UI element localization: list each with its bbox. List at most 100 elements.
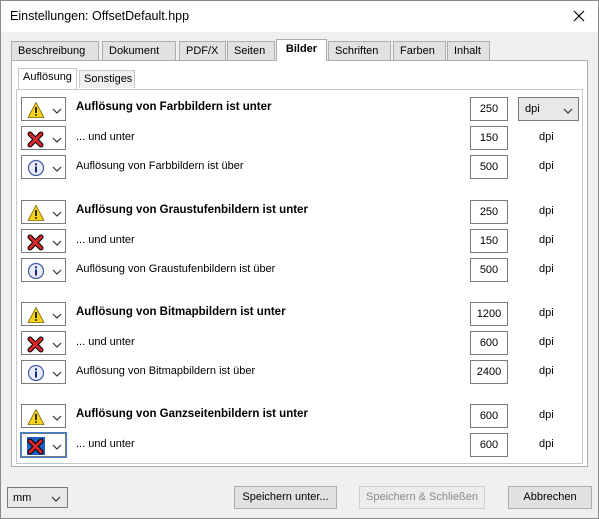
tab-beschreibung[interactable]: Beschreibung (11, 41, 99, 60)
chevron-down-icon (52, 135, 62, 143)
resolution-value-input[interactable]: 500 (470, 258, 508, 282)
unit-label: dpi (539, 409, 554, 421)
severity-select[interactable] (21, 126, 66, 150)
row-label: Auflösung von Bitmapbildern ist unter (76, 306, 286, 318)
chevron-down-icon (52, 106, 62, 114)
severity-select[interactable] (21, 302, 66, 326)
resolution-row: Auflösung von Ganzseitenbildern ist unte… (17, 404, 584, 428)
resolution-value-input[interactable]: 150 (470, 229, 508, 253)
severity-select[interactable] (21, 258, 66, 282)
unit-label: dpi (539, 365, 554, 377)
chevron-down-icon (52, 442, 62, 450)
warning-icon (27, 408, 45, 426)
error-icon (27, 335, 45, 353)
unit-label: dpi (539, 234, 554, 246)
resolution-value-input[interactable]: 250 (470, 97, 508, 121)
row-label: Auflösung von Graustufenbildern ist über (76, 263, 276, 275)
resolution-panel: Auflösung von Farbbildern ist unter 250 dp… (16, 89, 583, 464)
chevron-down-icon (52, 413, 62, 421)
severity-select[interactable] (21, 200, 66, 224)
severity-select[interactable] (21, 229, 66, 253)
unit-label: dpi (539, 263, 554, 275)
tab-panel-bilder: Auflösung Sonstiges Auflösung von Farbbi… (11, 60, 588, 467)
resolution-row: ... und unter 600 dpi (17, 331, 584, 355)
severity-select[interactable] (21, 404, 66, 428)
chevron-down-icon (563, 106, 573, 114)
severity-select[interactable] (21, 360, 66, 384)
chevron-down-icon (52, 209, 62, 217)
tab-bilder[interactable]: Bilder (276, 39, 327, 61)
row-label: Auflösung von Farbbildern ist unter (76, 101, 272, 113)
severity-select[interactable] (21, 331, 66, 355)
row-label: Auflösung von Farbbildern ist über (76, 160, 244, 172)
title-bar: Einstellungen: OffsetDefault.hpp (1, 1, 598, 32)
row-label: ... und unter (76, 438, 135, 450)
chevron-down-icon (51, 496, 61, 502)
resolution-row: Auflösung von Graustufenbildern ist über… (17, 258, 584, 282)
severity-select[interactable] (21, 155, 66, 179)
resolution-value-input[interactable]: 600 (470, 433, 508, 457)
resolution-row: ... und unter 150 dpi (17, 126, 584, 150)
info-icon (27, 159, 45, 177)
resolution-row: Auflösung von Farbbildern ist über 500 dpi (17, 155, 584, 179)
resolution-value-input[interactable]: 1200 (470, 302, 508, 326)
cancel-button[interactable]: Abbrechen (508, 486, 592, 509)
measure-unit-value: mm (13, 492, 32, 504)
row-label: Auflösung von Graustufenbildern ist unte… (76, 204, 308, 216)
tab-dokument[interactable]: Dokument (102, 41, 176, 60)
resolution-row: Auflösung von Bitmapbildern ist über 2400… (17, 360, 584, 384)
unit-label: dpi (539, 160, 554, 172)
chevron-down-icon (52, 340, 62, 348)
resolution-row: ... und unter 600 dpi (17, 432, 584, 458)
row-label: ... und unter (76, 336, 135, 348)
tab-pdfx[interactable]: PDF/X (179, 41, 226, 60)
unit-label: dpi (539, 307, 554, 319)
chevron-down-icon (52, 369, 62, 377)
tab-inhalt[interactable]: Inhalt (447, 41, 490, 60)
measure-unit-select[interactable]: mm (7, 487, 68, 508)
resolution-value-input[interactable]: 600 (470, 331, 508, 355)
info-icon (27, 364, 45, 382)
resolution-row: Auflösung von Graustufenbildern ist unte… (17, 200, 584, 224)
chevron-down-icon (52, 267, 62, 275)
tab-seiten[interactable]: Seiten (227, 41, 275, 60)
error-icon (27, 437, 45, 455)
close-button[interactable] (564, 2, 594, 30)
chevron-down-icon (52, 164, 62, 172)
row-label: ... und unter (76, 234, 135, 246)
resolution-row: Auflösung von Farbbildern ist unter 250 dp… (17, 97, 584, 121)
warning-icon (27, 306, 45, 324)
row-label: ... und unter (76, 131, 135, 143)
severity-select[interactable] (20, 432, 67, 458)
error-icon (27, 233, 45, 251)
resolution-value-input[interactable]: 2400 (470, 360, 508, 384)
unit-label: dpi (539, 438, 554, 450)
settings-dialog: Einstellungen: OffsetDefault.hpp Beschre… (0, 0, 599, 519)
unit-label: dpi (539, 131, 554, 143)
error-icon (27, 130, 45, 148)
warning-icon (27, 101, 45, 119)
chevron-down-icon (52, 311, 62, 319)
resolution-row: ... und unter 150 dpi (17, 229, 584, 253)
resolution-value-input[interactable]: 150 (470, 126, 508, 150)
unit-label: dpi (539, 336, 554, 348)
resolution-row: Auflösung von Bitmapbildern ist unter 120… (17, 302, 584, 326)
chevron-down-icon (52, 238, 62, 246)
unit-select[interactable]: dpi (518, 97, 579, 121)
tab-schriften[interactable]: Schriften (328, 41, 391, 60)
close-icon (573, 10, 585, 22)
subtab-sonstiges[interactable]: Sonstiges (79, 70, 135, 88)
subtab-aufloesung[interactable]: Auflösung (18, 68, 77, 89)
resolution-value-input[interactable]: 250 (470, 200, 508, 224)
save-as-button[interactable]: Speichern unter... (234, 486, 337, 509)
resolution-value-input[interactable]: 600 (470, 404, 508, 428)
window-title: Einstellungen: OffsetDefault.hpp (10, 9, 190, 23)
row-label: Auflösung von Bitmapbildern ist über (76, 365, 256, 377)
save-and-close-button[interactable]: Speichern & Schließen (359, 486, 485, 509)
resolution-value-input[interactable]: 500 (470, 155, 508, 179)
unit-select-value: dpi (525, 103, 540, 115)
info-icon (27, 262, 45, 280)
tab-farben[interactable]: Farben (393, 41, 446, 60)
severity-select[interactable] (21, 97, 66, 121)
row-label: Auflösung von Ganzseitenbildern ist unte… (76, 408, 308, 420)
